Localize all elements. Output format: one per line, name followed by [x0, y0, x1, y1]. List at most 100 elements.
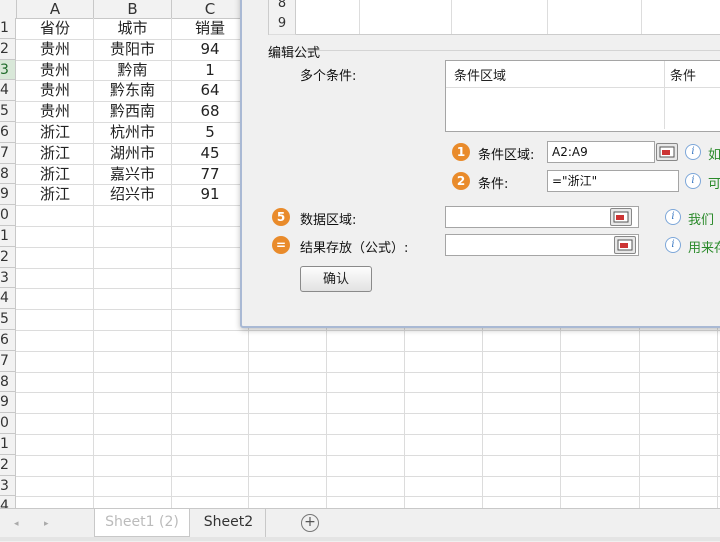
cell[interactable]: [94, 288, 171, 308]
cell[interactable]: [172, 226, 248, 246]
cell[interactable]: 浙江: [17, 164, 93, 184]
condition-input[interactable]: ="浙江": [547, 170, 679, 192]
sheet-tab[interactable]: Sheet2: [192, 509, 266, 537]
cell[interactable]: [172, 476, 248, 496]
row-header[interactable]: 2: [0, 246, 16, 268]
next-sheet-arrow-icon[interactable]: ▸: [44, 519, 49, 529]
row-header[interactable]: 6: [0, 330, 16, 351]
row-header[interactable]: 4: [0, 496, 16, 508]
cell[interactable]: [94, 372, 171, 392]
cell[interactable]: [172, 351, 248, 371]
cell[interactable]: [17, 309, 93, 329]
cell[interactable]: 黔南: [94, 60, 171, 80]
cell[interactable]: [94, 247, 171, 267]
cell[interactable]: 浙江: [17, 143, 93, 163]
cell[interactable]: [172, 309, 248, 329]
cell[interactable]: 销量: [172, 18, 248, 38]
row-header[interactable]: 6: [0, 122, 16, 143]
cond-range-ref-button[interactable]: [656, 143, 678, 161]
result-ref-button[interactable]: [614, 236, 636, 254]
row-header[interactable]: 1: [0, 18, 16, 39]
cell[interactable]: [94, 205, 171, 225]
cell[interactable]: [17, 330, 93, 350]
info-icon[interactable]: i: [665, 209, 681, 225]
col-header-a[interactable]: A: [17, 0, 94, 19]
corner-header[interactable]: [0, 0, 17, 19]
cell[interactable]: [172, 455, 248, 475]
cell[interactable]: 45: [172, 143, 248, 163]
row-header[interactable]: 9: [0, 184, 16, 206]
cell[interactable]: [17, 226, 93, 246]
cell[interactable]: [17, 455, 93, 475]
cell[interactable]: 68: [172, 101, 248, 121]
cell[interactable]: [172, 496, 248, 508]
row-header[interactable]: 5: [0, 309, 16, 330]
row-header[interactable]: 2: [0, 38, 16, 60]
row-header[interactable]: 1: [0, 226, 16, 247]
cell[interactable]: 黔东南: [94, 80, 171, 100]
confirm-button[interactable]: 确认: [300, 266, 372, 292]
row-header[interactable]: 8: [0, 163, 16, 185]
cell[interactable]: 浙江: [17, 184, 93, 204]
col-header-b[interactable]: B: [94, 0, 172, 19]
cell[interactable]: [94, 434, 171, 454]
row-header[interactable]: 3: [0, 267, 16, 289]
cell[interactable]: [94, 496, 171, 508]
add-sheet-icon[interactable]: +: [301, 514, 319, 532]
info-icon[interactable]: i: [685, 144, 701, 160]
cell[interactable]: 1: [172, 60, 248, 80]
cell[interactable]: 绍兴市: [94, 184, 171, 204]
cell[interactable]: [94, 455, 171, 475]
row-header[interactable]: 3: [0, 475, 16, 497]
condition-list[interactable]: 条件区域 条件: [445, 60, 720, 132]
row-header[interactable]: 7: [0, 350, 16, 372]
row-header[interactable]: 3: [0, 59, 16, 81]
col-header-c[interactable]: C: [172, 0, 249, 19]
cell[interactable]: [172, 434, 248, 454]
cell[interactable]: [172, 330, 248, 350]
cell[interactable]: [17, 476, 93, 496]
row-header[interactable]: 7: [0, 142, 16, 164]
cell[interactable]: 贵州: [17, 80, 93, 100]
cell[interactable]: [94, 330, 171, 350]
info-icon[interactable]: i: [685, 173, 701, 189]
cell[interactable]: 贵阳市: [94, 39, 171, 59]
cell[interactable]: [94, 413, 171, 433]
cell[interactable]: 贵州: [17, 101, 93, 121]
sheet-tab-active[interactable]: Sheet1 (2): [94, 509, 190, 537]
cell[interactable]: [17, 351, 93, 371]
cell[interactable]: [94, 476, 171, 496]
cell[interactable]: 浙江: [17, 122, 93, 142]
cell[interactable]: [172, 288, 248, 308]
info-icon[interactable]: i: [665, 237, 681, 253]
cell[interactable]: [17, 247, 93, 267]
cell[interactable]: [172, 268, 248, 288]
cell[interactable]: 湖州市: [94, 143, 171, 163]
cell[interactable]: [172, 372, 248, 392]
cell[interactable]: 嘉兴市: [94, 164, 171, 184]
cell[interactable]: [17, 392, 93, 412]
cell[interactable]: [17, 268, 93, 288]
cond-range-input[interactable]: A2:A9: [547, 141, 655, 163]
row-header[interactable]: 8: [0, 371, 16, 393]
row-header[interactable]: 4: [0, 288, 16, 310]
row-header[interactable]: 0: [0, 205, 16, 226]
cell[interactable]: [172, 392, 248, 412]
row-header[interactable]: 4: [0, 80, 16, 102]
row-header[interactable]: 9: [0, 392, 16, 414]
cell[interactable]: [17, 372, 93, 392]
cell[interactable]: [172, 413, 248, 433]
cell[interactable]: 5: [172, 122, 248, 142]
cell[interactable]: [94, 351, 171, 371]
cell[interactable]: [94, 226, 171, 246]
cell[interactable]: [172, 247, 248, 267]
row-header[interactable]: 0: [0, 413, 16, 434]
cell[interactable]: [94, 268, 171, 288]
cell[interactable]: [172, 205, 248, 225]
cell[interactable]: 77: [172, 164, 248, 184]
cell[interactable]: [17, 205, 93, 225]
cell[interactable]: 省份: [17, 18, 93, 38]
cell[interactable]: [17, 413, 93, 433]
cell[interactable]: 91: [172, 184, 248, 204]
cell[interactable]: 64: [172, 80, 248, 100]
